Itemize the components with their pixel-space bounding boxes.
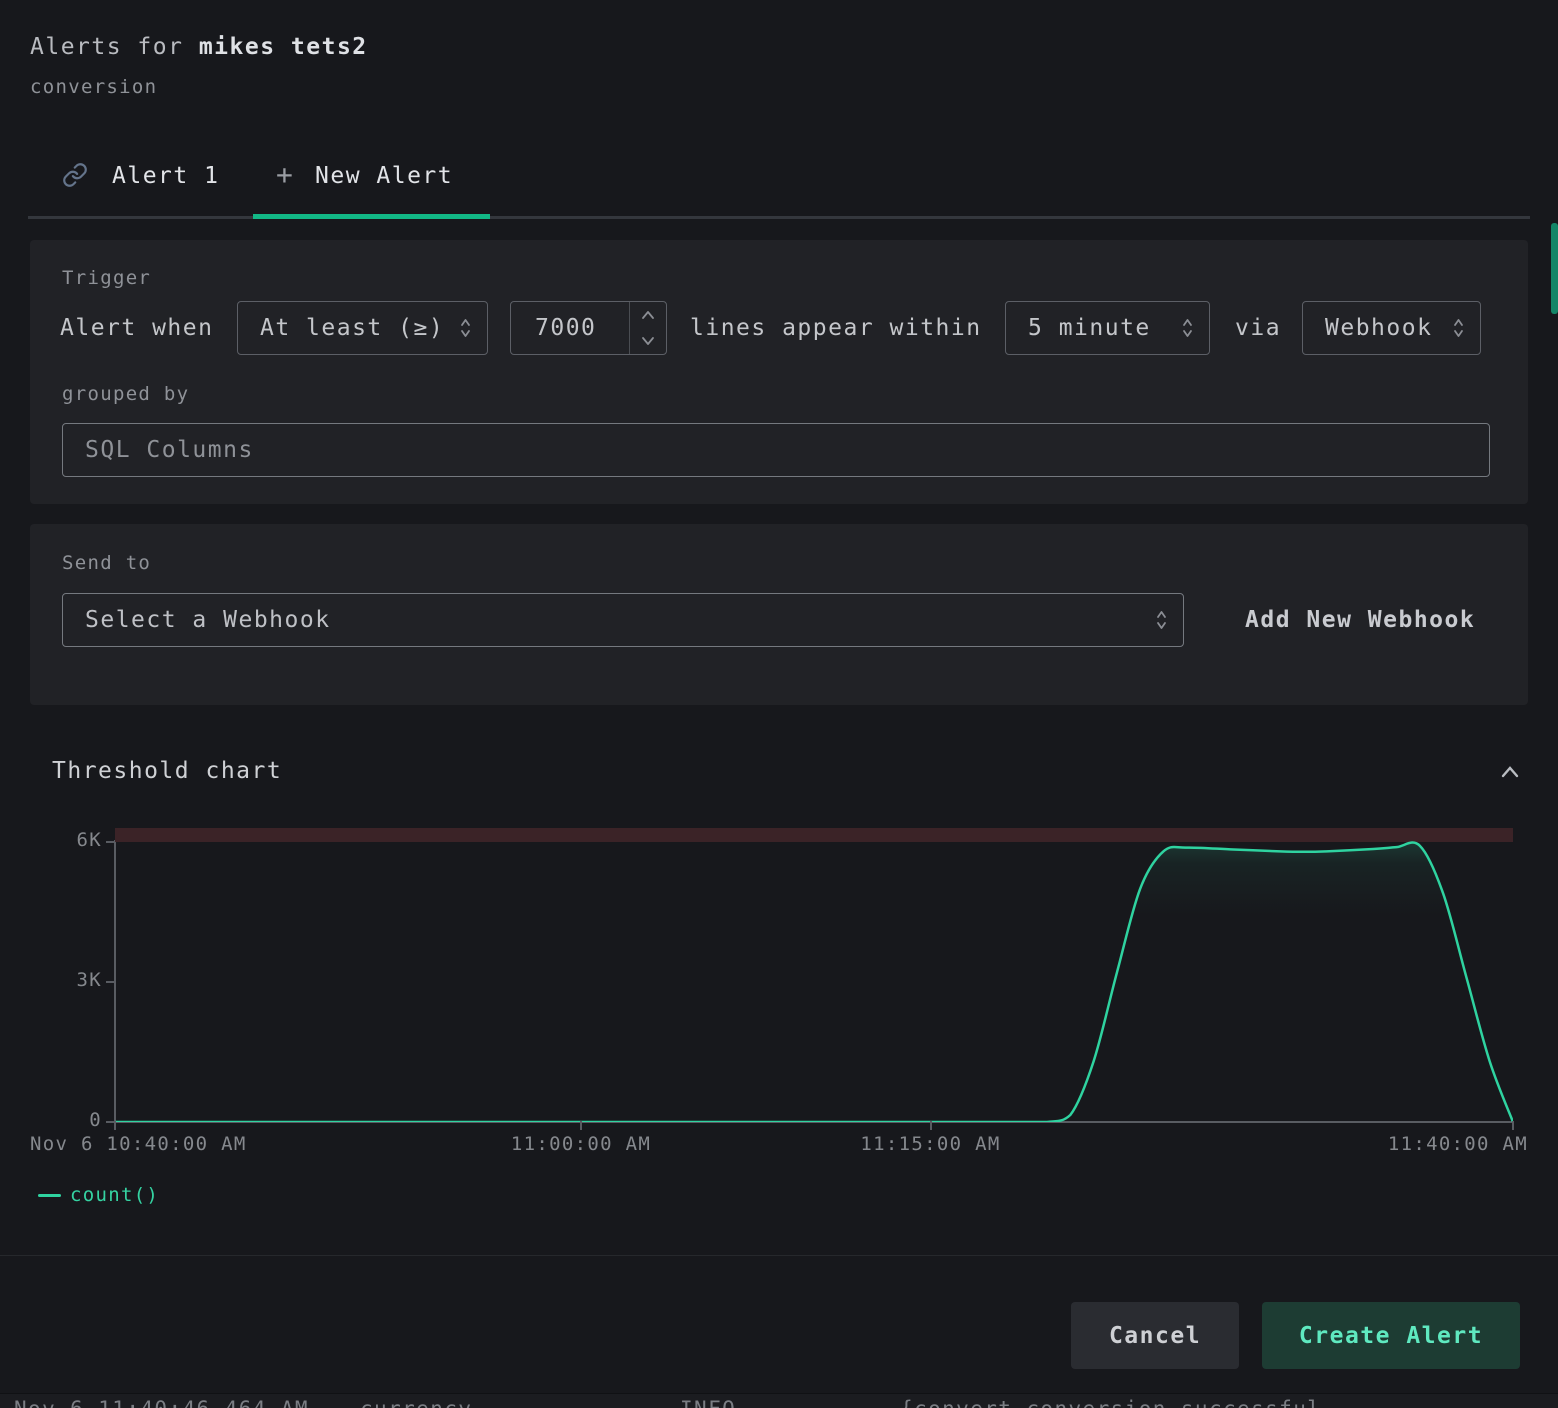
tab-new-alert[interactable]: New Alert xyxy=(315,163,453,189)
stepper-up[interactable] xyxy=(630,302,666,328)
log-service: currency xyxy=(360,1397,472,1408)
page-title: Alerts for mikes tets2 xyxy=(30,34,368,60)
x-axis-tick xyxy=(1512,1121,1514,1130)
send-to-label: Send to xyxy=(62,552,151,574)
channel-select[interactable]: Webhook xyxy=(1302,301,1481,355)
cancel-button[interactable]: Cancel xyxy=(1071,1302,1239,1369)
chevron-down-icon xyxy=(640,335,656,347)
threshold-chart-title: Threshold chart xyxy=(52,758,282,784)
alert-when-text: Alert when xyxy=(60,301,213,355)
condition-select[interactable]: At least (≥) xyxy=(237,301,488,355)
page-title-name: mikes tets2 xyxy=(199,34,368,60)
legend-series-label: count() xyxy=(70,1184,159,1206)
x-axis-tick xyxy=(930,1121,932,1130)
webhook-select-value: Select a Webhook xyxy=(85,607,331,633)
create-alert-button[interactable]: Create Alert xyxy=(1262,1302,1520,1369)
active-tab-indicator xyxy=(253,214,490,219)
stepper-down[interactable] xyxy=(630,328,666,354)
log-message: {convert conversion successful xyxy=(900,1397,1321,1408)
chevron-up-down-icon xyxy=(1154,606,1169,634)
y-axis-tick-label: 6K xyxy=(42,829,102,851)
chart-x-labels: Nov 6 10:40:00 AM11:00:00 AM11:15:00 AM1… xyxy=(115,1133,1513,1159)
x-axis-tick-label: 11:40:00 AM xyxy=(1388,1133,1528,1155)
link-icon xyxy=(62,162,88,188)
time-window-select[interactable]: 5 minute xyxy=(1005,301,1210,355)
trigger-section-label: Trigger xyxy=(62,267,151,289)
via-text: via xyxy=(1235,301,1281,355)
grouped-by-label: grouped by xyxy=(62,383,189,405)
background-log-row: Nov 6 11:40:46.464 AM currency INFO {con… xyxy=(0,1393,1558,1408)
x-axis-tick xyxy=(114,1121,116,1130)
number-stepper[interactable] xyxy=(629,302,666,354)
webhook-select[interactable]: Select a Webhook xyxy=(62,593,1184,647)
page-title-prefix: Alerts for xyxy=(30,34,199,60)
threshold-input[interactable]: 7000 xyxy=(510,301,667,355)
alerts-modal: Alerts for mikes tets2 conversion Alert … xyxy=(0,0,1558,1408)
chevron-up-down-icon xyxy=(1180,314,1195,342)
lines-appear-text: lines appear within xyxy=(690,301,982,355)
time-window-value: 5 minute xyxy=(1028,315,1151,341)
x-axis-tick-label: 11:00:00 AM xyxy=(511,1133,651,1155)
tab-alert-1[interactable]: Alert 1 xyxy=(112,163,219,189)
y-axis-tick xyxy=(106,981,115,983)
y-axis-tick xyxy=(106,841,115,843)
log-level: INFO xyxy=(680,1397,736,1408)
collapse-chart-icon[interactable] xyxy=(1496,758,1524,786)
chevron-up-down-icon xyxy=(458,314,473,342)
add-new-webhook-button[interactable]: Add New Webhook xyxy=(1245,593,1475,647)
x-axis-tick-label: 11:15:00 AM xyxy=(860,1133,1000,1155)
group-by-input[interactable]: SQL Columns xyxy=(62,423,1490,477)
legend-line-swatch xyxy=(38,1194,61,1197)
scrollbar-thumb[interactable] xyxy=(1551,223,1558,314)
y-axis-tick-label: 0 xyxy=(42,1109,102,1131)
x-axis-tick-label: Nov 6 10:40:00 AM xyxy=(30,1133,247,1155)
channel-value: Webhook xyxy=(1325,315,1432,341)
page-subtitle: conversion xyxy=(30,76,157,98)
chevron-up-down-icon xyxy=(1451,314,1466,342)
chevron-up-icon xyxy=(640,309,656,321)
condition-value: At least (≥) xyxy=(260,315,444,341)
threshold-value: 7000 xyxy=(511,315,629,341)
footer-divider xyxy=(0,1255,1558,1256)
log-timestamp: Nov 6 11:40:46.464 AM xyxy=(14,1397,309,1408)
x-axis-tick xyxy=(580,1121,582,1130)
y-axis-tick-label: 3K xyxy=(42,969,102,991)
plus-icon: + xyxy=(276,158,293,191)
threshold-chart-plot xyxy=(115,828,1513,1122)
